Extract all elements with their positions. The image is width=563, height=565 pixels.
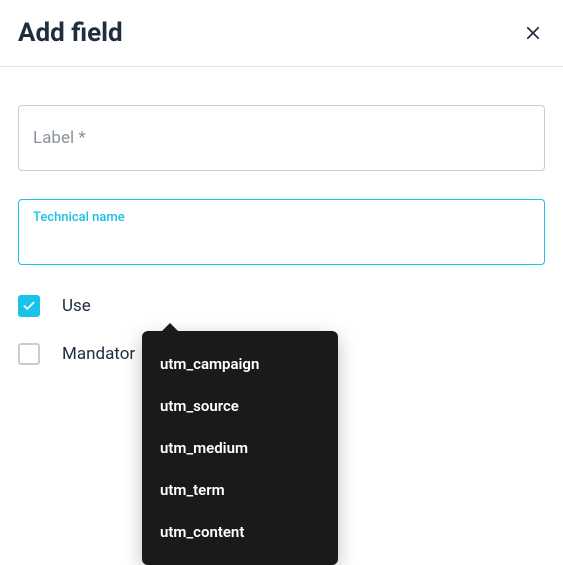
use-checkbox[interactable] [18, 295, 40, 317]
dropdown-item[interactable]: utm_campaign [142, 343, 338, 385]
dropdown-item[interactable]: utm_term [142, 469, 338, 511]
label-field-wrap: Label * [18, 105, 545, 171]
dropdown-item[interactable]: utm_content [142, 511, 338, 553]
dropdown-item[interactable]: utm_medium [142, 427, 338, 469]
form-area: Label * Technical name Use Mandator utm_… [0, 67, 563, 407]
close-button[interactable] [521, 21, 545, 45]
use-checkbox-label: Use [62, 296, 91, 316]
label-placeholder: Label * [33, 128, 86, 148]
mandatory-checkbox-label: Mandator [62, 344, 135, 364]
technical-name-floating-label: Technical name [33, 210, 530, 225]
use-checkbox-row: Use [18, 293, 545, 319]
label-input[interactable]: Label * [18, 105, 545, 171]
technical-name-field-wrap: Technical name [18, 199, 545, 265]
suggestions-dropdown: utm_campaign utm_source utm_medium utm_t… [142, 331, 338, 565]
dialog-title: Add field [18, 18, 123, 48]
dropdown-item[interactable]: utm_source [142, 385, 338, 427]
close-icon [524, 24, 542, 42]
technical-name-input[interactable]: Technical name [18, 199, 545, 265]
check-icon [22, 299, 36, 313]
mandatory-checkbox[interactable] [18, 343, 40, 365]
dialog-header: Add field [0, 0, 563, 67]
